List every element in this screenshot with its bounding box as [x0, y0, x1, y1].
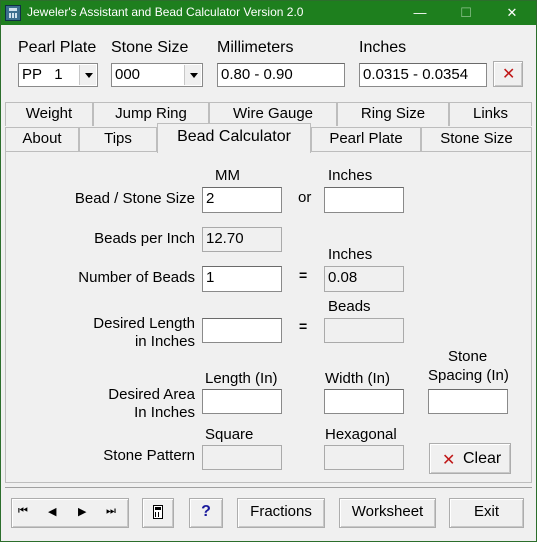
first-record-button[interactable]: ⏮	[18, 505, 28, 518]
exit-button[interactable]: Exit	[449, 498, 524, 528]
stone-pattern-label: Stone Pattern	[103, 447, 195, 464]
minimize-button[interactable]: —	[397, 1, 443, 25]
help-button[interactable]: ?	[189, 498, 223, 528]
desired-length-input[interactable]	[202, 318, 282, 343]
hexagonal-header: Hexagonal	[325, 426, 397, 443]
tab-links[interactable]: Links	[449, 102, 532, 126]
number-of-beads-input[interactable]: 1	[202, 266, 282, 292]
hexagonal-value	[324, 445, 404, 470]
desired-length-label-1: Desired Length	[93, 315, 195, 332]
tab-stone-size[interactable]: Stone Size	[421, 127, 532, 152]
pearl-plate-select[interactable]: PP 1	[18, 63, 98, 87]
bead-size-mm-input[interactable]: 2	[202, 187, 282, 213]
chevron-down-icon[interactable]	[184, 65, 201, 85]
clear-button[interactable]: ✕ Clear	[429, 443, 511, 474]
beads-per-inch-label: Beads per Inch	[94, 230, 195, 247]
mm-header: MM	[215, 167, 240, 184]
title-bar: Jeweler's Assistant and Bead Calculator …	[1, 1, 536, 25]
bead-size-label: Bead / Stone Size	[74, 190, 195, 207]
tab-pearl-plate[interactable]: Pearl Plate	[311, 127, 421, 152]
next-record-button[interactable]: ▶	[78, 505, 86, 518]
length-header: Length (In)	[205, 370, 278, 387]
width-header: Width (In)	[325, 370, 391, 387]
equals-sign: =	[299, 267, 308, 283]
beads-per-inch-value: 12.70	[202, 227, 282, 252]
x-icon: ✕	[502, 66, 516, 83]
square-header: Square	[205, 426, 254, 443]
number-of-beads-result: 0.08	[324, 266, 404, 292]
pearl-plate-label: Pearl Plate	[18, 39, 97, 56]
tab-bead-calculator[interactable]: Bead Calculator	[157, 123, 311, 153]
footer-divider	[5, 487, 532, 488]
area-spacing-input[interactable]	[428, 389, 508, 414]
inches-field[interactable]: 0.0315 - 0.0354	[359, 63, 487, 87]
close-button[interactable]: ✕	[489, 1, 535, 25]
main-window: Jeweler's Assistant and Bead Calculator …	[0, 0, 537, 542]
fractions-button[interactable]: Fractions	[237, 498, 325, 528]
chevron-down-icon[interactable]	[79, 65, 96, 85]
calculator-button[interactable]	[142, 498, 174, 528]
number-of-beads-inches-header: Inches	[328, 246, 373, 263]
desired-area-label-1: Desired Area	[108, 386, 195, 403]
area-length-input[interactable]	[202, 389, 282, 414]
millimeters-field[interactable]: 0.80 - 0.90	[217, 63, 345, 87]
worksheet-button[interactable]: Worksheet	[339, 498, 436, 528]
calculator-icon	[153, 505, 163, 519]
equals-sign: =	[299, 318, 308, 334]
last-record-button[interactable]: ⏭	[106, 505, 116, 518]
tab-ring-size[interactable]: Ring Size	[337, 102, 449, 126]
or-label: or	[298, 189, 312, 206]
inches-label: Inches	[359, 39, 407, 56]
tab-about[interactable]: About	[5, 127, 79, 152]
clear-label: Clear	[463, 450, 502, 467]
square-value	[202, 445, 282, 470]
clear-top-button[interactable]: ✕	[493, 61, 523, 87]
app-icon	[5, 5, 21, 21]
millimeters-label: Millimeters	[217, 39, 294, 56]
tab-tips[interactable]: Tips	[79, 127, 157, 152]
beads-header: Beads	[328, 298, 371, 315]
pearl-plate-value: PP 1	[22, 66, 63, 83]
prev-record-button[interactable]: ◀	[48, 505, 56, 518]
spacing-header-1: Stone	[448, 348, 488, 365]
area-width-input[interactable]	[324, 389, 404, 414]
bead-size-inches-input[interactable]	[324, 187, 404, 213]
desired-length-result	[324, 318, 404, 343]
inches-header: Inches	[328, 167, 373, 184]
maximize-button[interactable]: ☐	[443, 1, 489, 25]
number-of-beads-label: Number of Beads	[78, 269, 195, 286]
x-icon: ✕	[442, 452, 456, 469]
desired-area-label-2: In Inches	[134, 404, 195, 421]
tab-weight[interactable]: Weight	[5, 102, 93, 126]
spacing-header-2: Spacing (In)	[428, 367, 509, 384]
stone-size-select[interactable]: 000	[111, 63, 203, 87]
desired-length-label-2: in Inches	[134, 333, 195, 350]
stone-size-label: Stone Size	[111, 39, 189, 56]
record-navigator: ⏮ ◀ ▶ ⏭	[11, 498, 129, 528]
window-title: Jeweler's Assistant and Bead Calculator …	[27, 5, 304, 19]
stone-size-value: 000	[115, 66, 141, 83]
